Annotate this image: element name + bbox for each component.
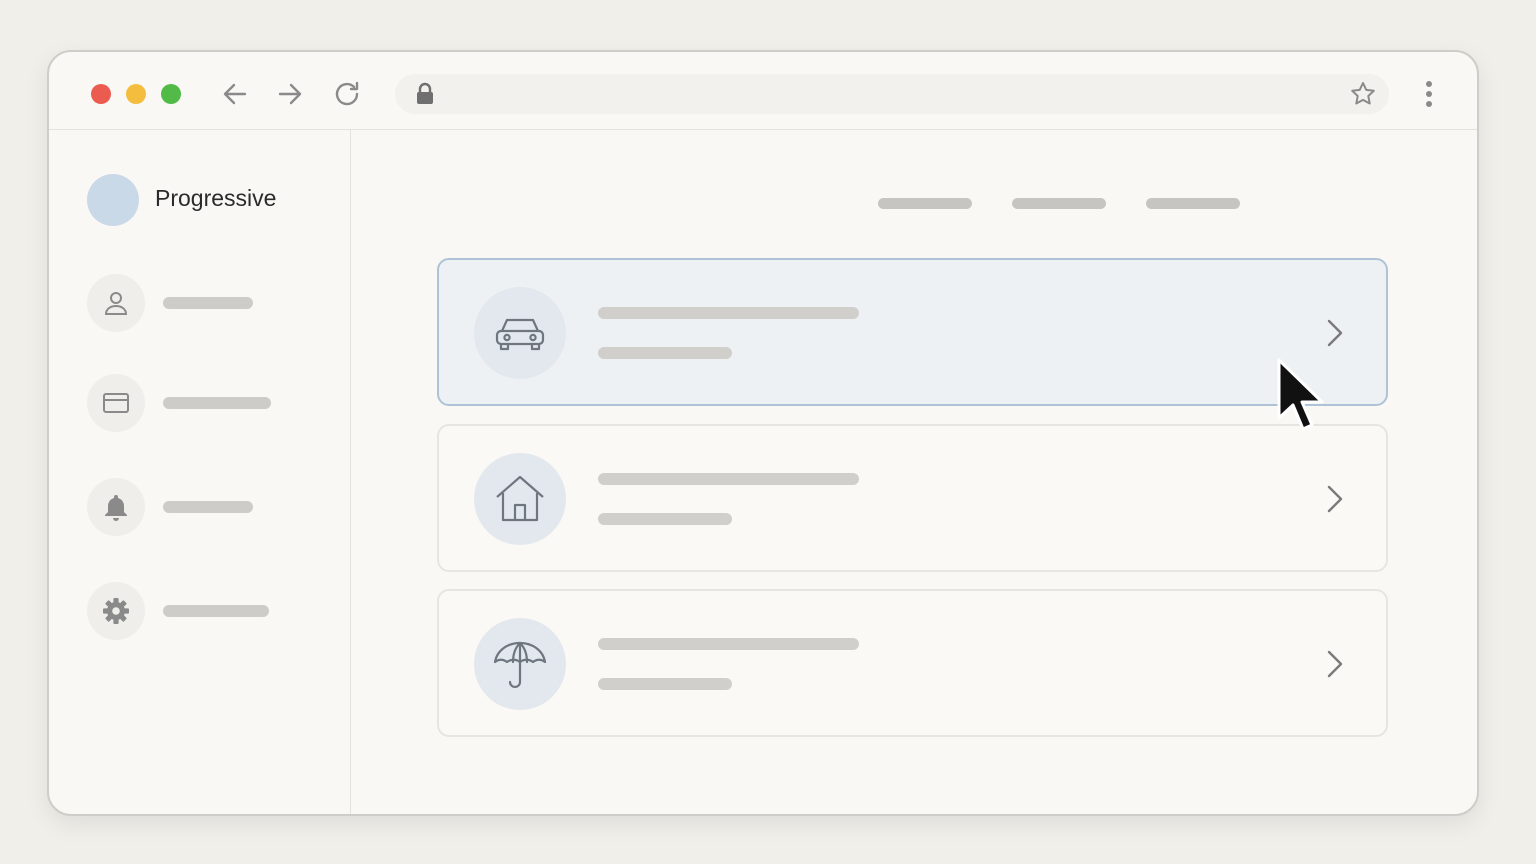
bell-icon (105, 495, 127, 521)
sidebar-item-notifications[interactable] (87, 478, 317, 536)
mouse-cursor-icon (1277, 358, 1324, 431)
top-nav-link-placeholder[interactable] (1146, 198, 1240, 209)
arrow-right-icon (278, 83, 302, 105)
gear-icon (103, 598, 129, 624)
sidebar-item-label-placeholder (163, 397, 271, 409)
umbrella-icon (493, 641, 547, 689)
card-title-placeholder (598, 473, 859, 485)
credit-card-icon (103, 393, 129, 413)
lock-icon (415, 82, 435, 111)
sidebar-item-label-placeholder (163, 605, 269, 617)
brand-name: Progressive (155, 185, 277, 211)
card-subtitle-placeholder (598, 513, 732, 525)
close-window-button[interactable] (91, 84, 111, 104)
sidebar-item-label-placeholder (163, 297, 253, 309)
sidebar-item-label-placeholder (163, 501, 253, 513)
main-content (351, 130, 1477, 814)
sidebar: Progressive (49, 130, 351, 814)
bookmark-star-icon[interactable] (1349, 80, 1377, 113)
top-nav-link-placeholder[interactable] (1012, 198, 1106, 209)
chevron-right-icon (1322, 317, 1346, 354)
reload-button[interactable] (329, 76, 365, 112)
forward-button[interactable] (272, 76, 308, 112)
back-button[interactable] (217, 76, 253, 112)
arrow-left-icon (223, 83, 247, 105)
browser-toolbar (49, 52, 1477, 130)
card-subtitle-placeholder (598, 678, 732, 690)
browser-window: Progressive (47, 50, 1479, 816)
house-icon (496, 475, 544, 522)
kebab-menu-icon (1426, 81, 1432, 107)
policy-card-auto[interactable] (437, 258, 1388, 406)
user-icon (104, 292, 128, 315)
reload-icon (335, 81, 359, 106)
policy-card-home[interactable] (437, 424, 1388, 572)
sidebar-item-billing[interactable] (87, 374, 317, 432)
minimize-window-button[interactable] (126, 84, 146, 104)
address-bar[interactable] (395, 74, 1389, 114)
sidebar-item-profile[interactable] (87, 274, 317, 332)
car-icon (495, 318, 545, 351)
chevron-right-icon (1322, 648, 1346, 685)
card-subtitle-placeholder (598, 347, 732, 359)
policy-card-umbrella[interactable] (437, 589, 1388, 737)
maximize-window-button[interactable] (161, 84, 181, 104)
browser-menu-button[interactable] (1417, 76, 1441, 112)
card-title-placeholder (598, 307, 859, 319)
top-nav-link-placeholder[interactable] (878, 198, 972, 209)
brand-logo (87, 174, 139, 226)
sidebar-item-settings[interactable] (87, 582, 317, 640)
chevron-right-icon (1322, 483, 1346, 520)
card-title-placeholder (598, 638, 859, 650)
